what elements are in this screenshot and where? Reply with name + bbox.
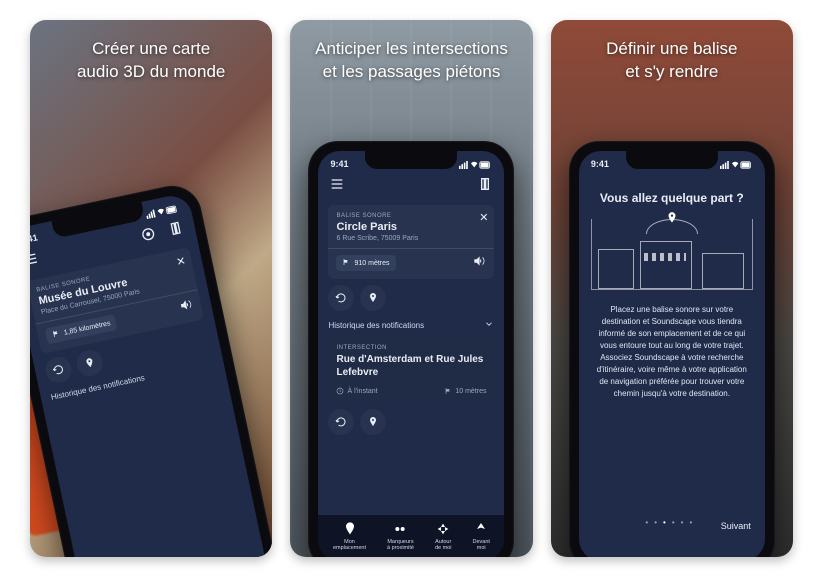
intersection-title: Rue d'Amsterdam et Rue Jules Lefebvre <box>336 353 486 379</box>
tab-bar: Mon emplacement Marqueurs à proximité Au… <box>318 515 504 557</box>
panel-headline: Anticiper les intersections et les passa… <box>290 38 532 84</box>
status-indicators <box>719 159 753 169</box>
screenshot-panel-1: Créer une carte audio 3D du monde 9:41 <box>30 20 272 557</box>
intersection-time: À l'instant <box>336 387 377 395</box>
menu-icon[interactable] <box>328 175 346 193</box>
pin-icon[interactable] <box>74 348 105 379</box>
top-bar <box>318 169 504 199</box>
undo-icon[interactable] <box>328 285 354 311</box>
beacon-card[interactable]: ✕ BALISE SONORE Circle Paris 6 Rue Scrib… <box>328 205 494 279</box>
pin-icon[interactable] <box>360 409 386 435</box>
close-icon[interactable]: ✕ <box>479 211 488 224</box>
intersection-distance: 10 mètres <box>444 387 486 395</box>
tab-nearby-markers[interactable]: Marqueurs à proximité <box>387 521 414 551</box>
chevron-down-icon <box>484 319 494 331</box>
onboarding-screen: 9:41 Vous allez quelque part ? <box>579 151 765 557</box>
undo-icon[interactable] <box>328 409 354 435</box>
speaker-icon[interactable] <box>472 254 486 271</box>
history-header[interactable]: Historique des notifications <box>328 319 494 331</box>
tab-around-me[interactable]: Autour de moi <box>435 521 452 551</box>
distance-pill: 910 mètres <box>336 255 395 271</box>
status-indicators <box>458 159 492 169</box>
tab-ahead-of-me[interactable]: Devant moi <box>472 521 489 551</box>
panel-headline: Définir une balise et s'y rendre <box>551 38 793 84</box>
distance-value: 910 mètres <box>354 260 389 267</box>
onboarding-body: Placez une balise sonore sur votre desti… <box>579 300 765 404</box>
phone-mockup: 9:41 ✕ BAL <box>308 141 514 557</box>
beacon-title: Circle Paris <box>336 221 486 233</box>
intersection-card[interactable]: INTERSECTION Rue d'Amsterdam et Rue Jule… <box>328 337 494 403</box>
clock-icon <box>336 387 344 395</box>
intersection-eyebrow: INTERSECTION <box>336 345 486 351</box>
menu-icon[interactable] <box>30 248 42 269</box>
flag-icon <box>51 329 61 340</box>
pin-icon <box>665 211 679 228</box>
history-label: Historique des notifications <box>328 321 424 330</box>
undo-icon[interactable] <box>43 354 74 385</box>
action-row-2 <box>328 409 494 435</box>
screenshot-panel-2: Anticiper les intersections et les passa… <box>290 20 532 557</box>
beacon-eyebrow: BALISE SONORE <box>336 213 486 219</box>
phone-notch <box>365 151 457 169</box>
pin-icon[interactable] <box>360 285 386 311</box>
status-time: 9:41 <box>591 159 609 169</box>
flag-icon <box>444 387 452 395</box>
onboarding-title: Vous allez quelque part ? <box>579 191 765 205</box>
onboarding-illustration <box>591 219 753 290</box>
tab-my-location[interactable]: Mon emplacement <box>333 521 366 551</box>
panel-headline: Créer une carte audio 3D du monde <box>30 38 272 84</box>
app-screen: 9:41 ✕ BAL <box>318 151 504 557</box>
close-icon[interactable]: ✕ <box>175 254 187 269</box>
phone-notch <box>626 151 718 169</box>
distance-value: 1,85 kilomètres <box>63 320 111 337</box>
speaker-icon[interactable] <box>177 297 194 317</box>
next-button[interactable]: Suivant <box>721 521 751 531</box>
action-row <box>328 285 494 311</box>
flag-icon <box>342 258 350 268</box>
status-time: 9:41 <box>330 159 348 169</box>
screenshot-panel-3: Définir une balise et s'y rendre 9:41 Vo… <box>551 20 793 557</box>
beacon-subtitle: 6 Rue Scribe, 75009 Paris <box>336 235 486 242</box>
intersection-meta: À l'instant 10 mètres <box>336 387 486 395</box>
sleep-icon[interactable] <box>138 224 159 245</box>
phone-mockup: 9:41 Vous allez quelque part ? <box>569 141 775 557</box>
mirror-icon[interactable] <box>165 218 186 239</box>
mirror-icon[interactable] <box>476 175 494 193</box>
